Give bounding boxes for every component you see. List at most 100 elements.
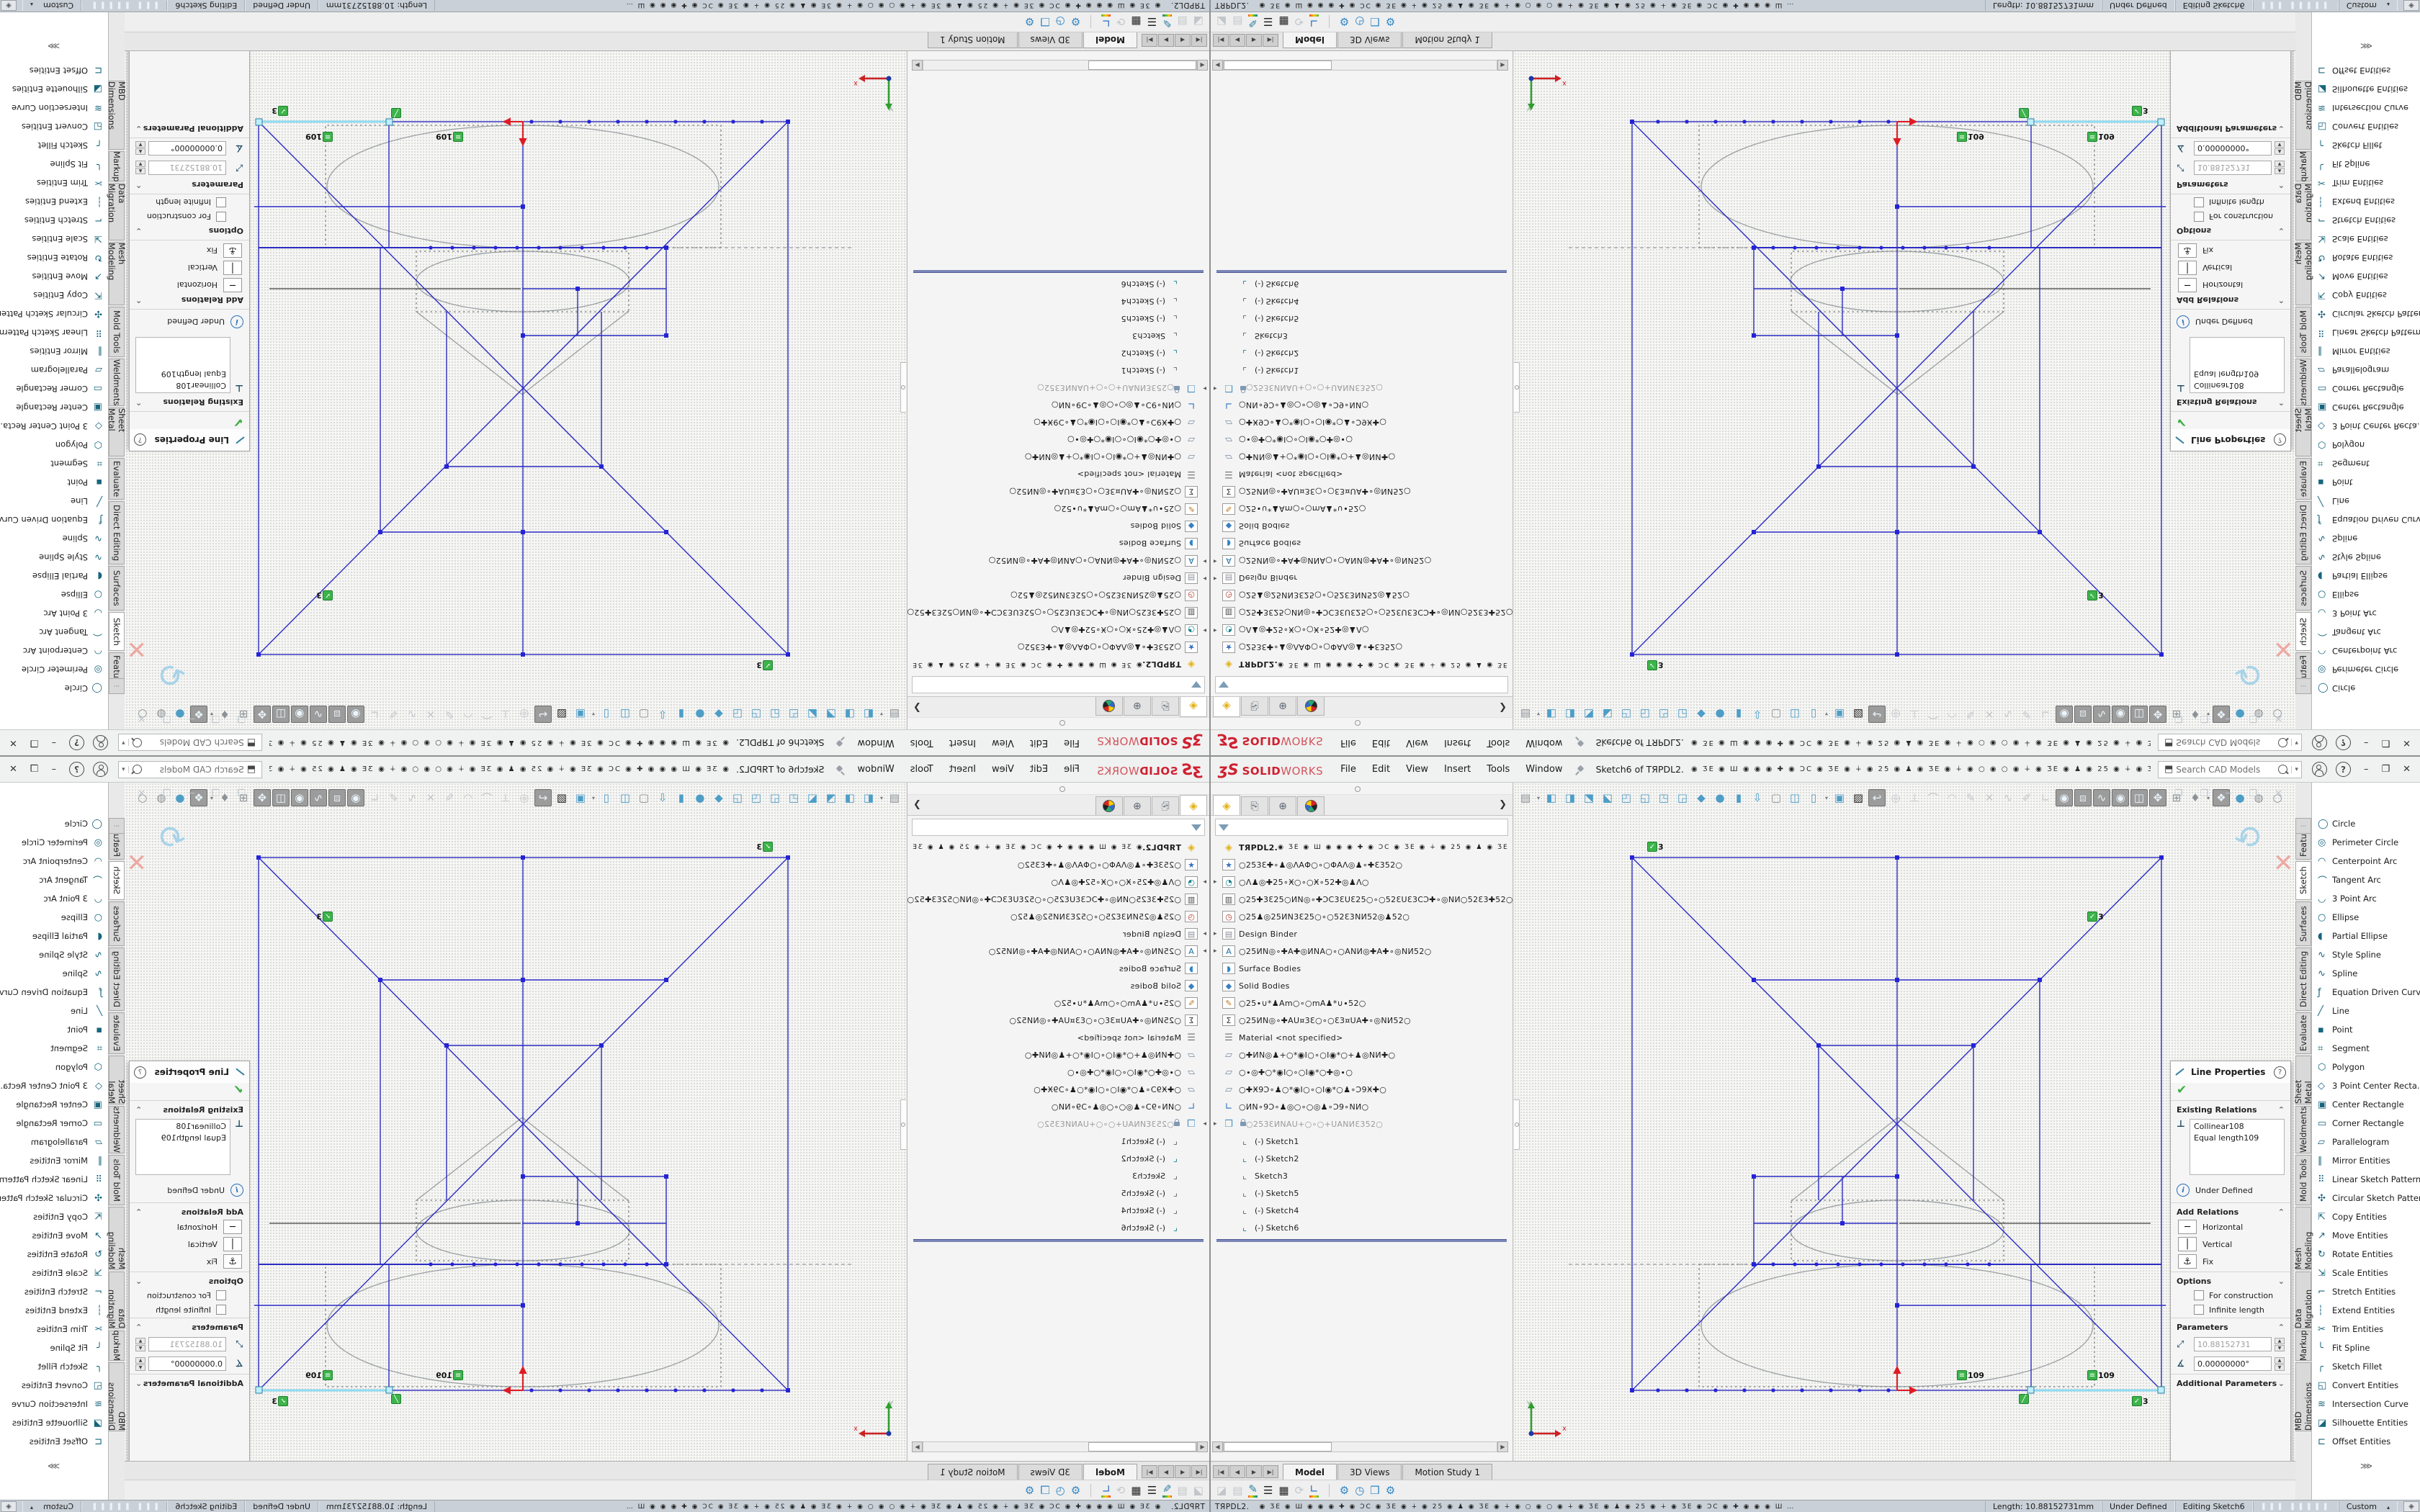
tool-style-spline[interactable]: ∿Style Spline bbox=[0, 548, 108, 567]
tree-row[interactable]: ▥○25✚3Ɛ25○ИN◎∘✚ƆC3ƐUƐ25○∘○52ƐUƐ3CƆ✚∘◎NИ○… bbox=[908, 604, 1209, 621]
tab-motion-study-1[interactable]: Motion Study 1 bbox=[1402, 1464, 1492, 1480]
tool-style-spline[interactable]: ∿Style Spline bbox=[0, 945, 108, 964]
menu-edit[interactable]: Edit bbox=[1023, 734, 1055, 751]
toolbar-icon[interactable]: ▯ bbox=[1805, 789, 1822, 806]
tool-offset-entities[interactable]: ⊏Offset Entities bbox=[0, 61, 108, 80]
toolbar-icon[interactable]: ▢ bbox=[635, 789, 653, 806]
toolbar-icon[interactable]: ∿ bbox=[2093, 706, 2110, 723]
tree-row[interactable]: ▸❒○253ƐИNАU+○∘○+UАNИƐ352○ bbox=[1211, 379, 1512, 397]
tab-propertymanager[interactable]: ⎘ bbox=[1152, 697, 1179, 716]
vcr-button[interactable]: ◀ bbox=[1175, 1465, 1191, 1478]
tool-corner-rectangle[interactable]: ▭Corner Rectangle bbox=[0, 379, 108, 398]
options-header[interactable]: Options bbox=[209, 226, 243, 235]
tab-displaymanager[interactable] bbox=[1297, 796, 1325, 815]
toolbar-icon[interactable]: ∿ bbox=[1999, 789, 2017, 806]
restore-button[interactable]: ❐ bbox=[30, 737, 39, 748]
tool-perimeter-circle[interactable]: ◎Perimeter Circle bbox=[0, 660, 108, 679]
tool-scale-entities[interactable]: ⇲Scale Entities bbox=[2312, 230, 2420, 248]
vcr-button[interactable]: |◀ bbox=[1213, 34, 1229, 47]
tool-line[interactable]: ╱Line bbox=[2312, 1002, 2420, 1020]
tab-mbd-dimensions[interactable]: MBD Dimensions bbox=[2295, 1362, 2311, 1431]
toolbar-icon[interactable]: ◳ bbox=[1655, 789, 1672, 806]
accept-check-icon[interactable]: ✔ bbox=[130, 412, 249, 429]
tree-row[interactable]: ⌞(-)Sketch6 bbox=[1211, 1219, 1512, 1236]
toolbar-icon[interactable]: ◨ bbox=[1561, 706, 1579, 723]
tree-row[interactable]: ◗Surface Bodies bbox=[1211, 960, 1512, 977]
relation-item[interactable]: Equal length109 bbox=[2194, 1133, 2280, 1143]
tree-root[interactable]: ◈TЯPDL2. ◉ ӠE ◉ Ш ◉ ◉ ◉ ✚ ◉ ƆC ◉ ӠE ◉ ∔ … bbox=[908, 656, 1209, 673]
toolbar-icon[interactable]: ▮ bbox=[673, 789, 690, 806]
minimize-button[interactable]: – bbox=[52, 764, 57, 775]
panel-splitter-handle[interactable] bbox=[1514, 362, 1520, 413]
equal-badge[interactable]: ≡ bbox=[1957, 132, 1967, 142]
menu-edit[interactable]: Edit bbox=[1023, 761, 1055, 778]
tree-row[interactable]: ▥○25✚3Ɛ25○ИN◎∘✚ƆC3ƐUƐ25○∘○52ƐUƐ3CƆ✚∘◎NИ○… bbox=[1211, 604, 1512, 621]
scroll-thumb[interactable] bbox=[1088, 60, 1196, 70]
toolbar-icon[interactable]: ● bbox=[691, 789, 709, 806]
menu-insert[interactable]: Insert bbox=[1437, 761, 1478, 778]
tab-evaluate[interactable]: Evaluate bbox=[109, 458, 125, 500]
parameter-input[interactable]: 10.88152731 bbox=[2194, 1337, 2272, 1351]
tool-rotate-entities[interactable]: ↻Rotate Entities bbox=[2312, 248, 2420, 267]
tool-partial-ellipse[interactable]: ◖Partial Ellipse bbox=[0, 927, 108, 945]
menu-view[interactable]: View bbox=[985, 734, 1021, 751]
search-input[interactable]: Search CAD Models bbox=[145, 738, 244, 748]
tab-data-migration[interactable]: Data Migration bbox=[109, 183, 125, 240]
check-badge[interactable]: ✓ bbox=[323, 590, 333, 600]
toolbar-icon[interactable]: ⇩ bbox=[1749, 789, 1766, 806]
account-icon[interactable] bbox=[93, 762, 108, 777]
tool-stretch-entities[interactable]: ⌐Stretch Entities bbox=[0, 1282, 108, 1301]
toolbar-icon[interactable]: ⊥ bbox=[1906, 706, 1923, 723]
checkbox[interactable] bbox=[216, 1290, 226, 1300]
more-tools-icon[interactable]: ⋙ bbox=[0, 41, 108, 51]
toolbar-icon[interactable]: ⧈ bbox=[328, 706, 346, 723]
tool-fit-spline[interactable]: ╰Fit Spline bbox=[2312, 1338, 2420, 1357]
tool-spline[interactable]: ∿Spline bbox=[0, 964, 108, 983]
toolbar-icon[interactable]: ◧ bbox=[860, 789, 877, 806]
horizontal-icon[interactable]: ─ bbox=[2178, 278, 2197, 292]
tree-row[interactable]: ▱○✚ИN◎♟+○*◉І○∘○І◉*○+♟◎NИ✚○ bbox=[908, 449, 1209, 466]
restore-button[interactable]: ❐ bbox=[30, 764, 39, 775]
spinner[interactable]: ▲▼ bbox=[135, 1357, 145, 1371]
vcr-button[interactable]: ▶ bbox=[1246, 1465, 1262, 1478]
view-toolbar-icon[interactable]: ❒ bbox=[1370, 1484, 1379, 1497]
spinner[interactable]: ▲▼ bbox=[2275, 161, 2285, 175]
tree-row[interactable]: ⌞Sketch3 bbox=[1211, 328, 1512, 345]
tab--[interactable]: ⋮ bbox=[2295, 818, 2311, 834]
checkbox[interactable] bbox=[216, 1305, 226, 1315]
tree-row[interactable]: ∟○ИN∘9Ɔ∘♟◎○∘○◎♟∘Ɔ9∘NИ○ bbox=[1211, 1098, 1512, 1115]
accept-check-icon[interactable]: ✔ bbox=[130, 1083, 249, 1100]
tree-row[interactable]: ★○253Ɛ✚∘♟◎ΛАΦ○∘○ΦАΛ◎♟∘✚Ɛ352○ bbox=[1211, 639, 1512, 656]
toolbar-icon[interactable]: ◳ bbox=[1655, 706, 1672, 723]
toolbar-icon[interactable]: ✎ bbox=[441, 789, 458, 806]
tab-markup[interactable]: Markup bbox=[2295, 151, 2311, 181]
tree-horizontal-scrollbar[interactable]: ◀ ▶ bbox=[912, 1441, 1208, 1452]
relation-item[interactable]: Collinear108 bbox=[140, 1122, 226, 1131]
tool-trim-entities[interactable]: ✂Trim Entities bbox=[2312, 174, 2420, 192]
toolbar-icon[interactable]: ∿ bbox=[1999, 706, 2017, 723]
toolbar-icon[interactable]: ✎ bbox=[1962, 706, 1979, 723]
view-toolbar-icon[interactable]: ☰ bbox=[1147, 1484, 1157, 1497]
tab-propertymanager[interactable]: ⎘ bbox=[1241, 697, 1268, 716]
menu-tools[interactable]: Tools bbox=[1479, 761, 1517, 778]
view-toolbar-icon[interactable]: ◷ bbox=[1355, 1484, 1364, 1497]
spinner[interactable]: ▲▼ bbox=[135, 142, 145, 156]
tool-ellipse[interactable]: ○Ellipse bbox=[0, 585, 108, 604]
toolbar-icon[interactable]: ✥ bbox=[2149, 789, 2166, 806]
option-infinite-length[interactable]: Infinite length bbox=[135, 1305, 226, 1315]
help-icon[interactable]: ? bbox=[2336, 762, 2351, 777]
tree-row[interactable]: ◷○25♟◎25ИN3Ɛ25○∘○52Ɛ3NИ52◎♟52○ bbox=[908, 908, 1209, 925]
tool-linear-sketch-pattern[interactable]: ⠿Linear Sketch Pattern bbox=[2312, 1170, 2420, 1189]
tree-row[interactable]: ▸❒○253ƐИNАU+○∘○+UАNИƐ352○ bbox=[1211, 1115, 1512, 1133]
toolbar-icon[interactable]: ▾ bbox=[591, 706, 596, 723]
tree-row[interactable]: ▱○✚ИN◎♟+○*◉І○∘○І◉*○+♟◎NИ✚○ bbox=[1211, 1046, 1512, 1063]
tree-row[interactable]: ⌞(-)Sketch1 bbox=[908, 362, 1209, 379]
tree-row[interactable]: ✎○25∙∪*♟Аm○∘○mА♟*∪∙52○ bbox=[908, 500, 1209, 518]
parameters-header[interactable]: Parameters bbox=[192, 1323, 243, 1332]
checkbox[interactable] bbox=[2194, 1305, 2204, 1315]
tree-row[interactable]: ⌞(-)Sketch2 bbox=[908, 345, 1209, 362]
tab-surfaces[interactable]: Surfaces bbox=[109, 566, 125, 611]
toolbar-icon[interactable]: ⬕ bbox=[804, 706, 821, 723]
checkbox[interactable] bbox=[216, 197, 226, 207]
tool-scale-entities[interactable]: ⇲Scale Entities bbox=[0, 230, 108, 248]
